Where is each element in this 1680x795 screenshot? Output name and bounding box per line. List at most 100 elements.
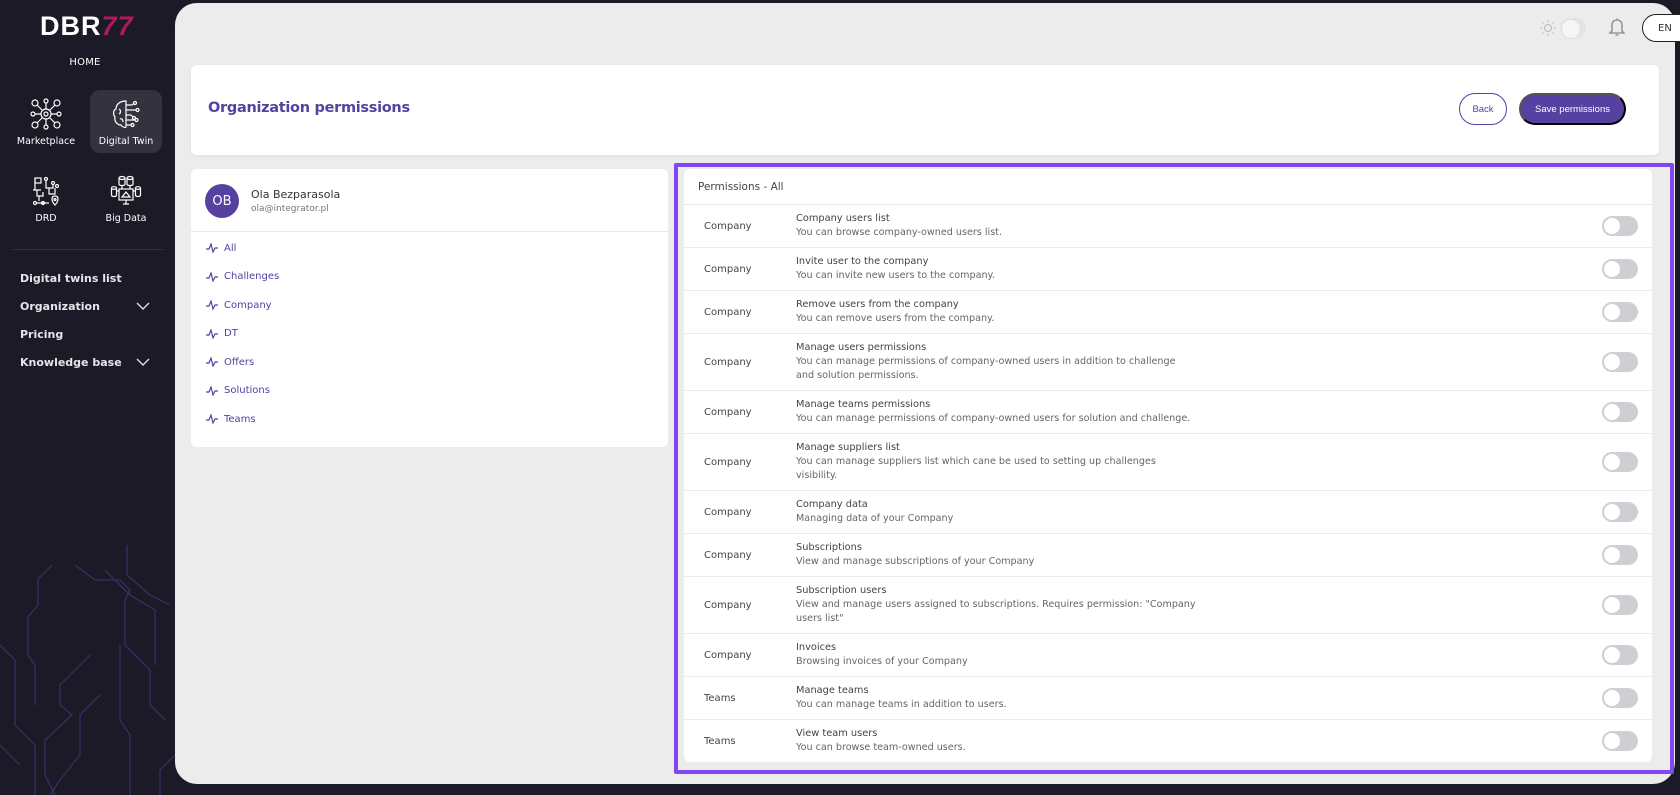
permission-category: Company <box>704 506 752 518</box>
permission-toggle[interactable] <box>1602 352 1638 372</box>
sun-icon <box>1540 20 1556 36</box>
permission-title: Invite user to the company <box>796 256 929 267</box>
permission-category: Company <box>704 220 752 232</box>
main-content: EN Organization permissions Back Save pe… <box>175 3 1680 784</box>
theme-toggle[interactable] <box>1560 18 1586 39</box>
back-button[interactable]: Back <box>1459 93 1507 125</box>
permissions-heading: Permissions - All <box>684 169 1652 205</box>
app-tile-big-data[interactable]: Big Data <box>90 167 162 230</box>
permission-toggle[interactable] <box>1602 216 1638 236</box>
permission-row: Company Company data Managing data of your… <box>684 491 1652 534</box>
permission-title: Subscriptions <box>796 542 862 553</box>
sidebar-item-label: Digital twins list <box>20 271 122 285</box>
app-label: DRD <box>35 213 57 224</box>
permission-description: Managing data of your Company <box>796 513 954 524</box>
filter-item-company[interactable]: Company <box>206 297 272 313</box>
activity-pulse-icon <box>206 328 218 339</box>
permission-category: Teams <box>704 735 736 747</box>
bell-icon[interactable] <box>1608 17 1626 37</box>
permission-title: Subscription users <box>796 585 887 596</box>
permission-toggle[interactable] <box>1602 645 1638 665</box>
permission-category: Company <box>704 549 752 561</box>
permission-description: You can manage teams in addition to user… <box>796 699 1007 710</box>
dbr77-logo[interactable]: DBR77 <box>40 12 135 40</box>
permission-description: You can invite new users to the company. <box>796 270 995 281</box>
app-tile-drd[interactable]: DRD <box>10 167 82 230</box>
flow-map-icon <box>32 176 60 206</box>
permission-toggle[interactable] <box>1602 545 1638 565</box>
permission-toggle[interactable] <box>1602 688 1638 708</box>
permission-category: Company <box>704 599 752 611</box>
permission-description: Browsing invoices of your Company <box>796 656 968 667</box>
permission-row: Company Subscription users View and manage… <box>684 577 1652 634</box>
app-label: Digital Twin <box>98 136 154 147</box>
permission-title: Manage users permissions <box>796 342 927 353</box>
logo-text-dbr: DBR <box>40 11 102 41</box>
activity-pulse-icon <box>206 414 218 424</box>
permission-text: Company data Managing data of your Compan… <box>796 498 1196 526</box>
activity-pulse-icon <box>206 271 218 282</box>
top-bar: EN <box>1275 3 1680 53</box>
filter-item-all[interactable]: All <box>206 240 236 256</box>
permission-row: Teams View team users You can browse team-… <box>684 720 1652 762</box>
filter-label: Company <box>224 299 272 311</box>
sidebar-item-label: Pricing <box>20 327 64 341</box>
sidebar-item-digital-twins-list[interactable]: Digital twins list <box>20 268 150 288</box>
filter-item-challenges[interactable]: Challenges <box>206 269 279 285</box>
app-tile-marketplace[interactable]: Marketplace <box>10 90 82 153</box>
permissions-list: Company Company users list You can browse … <box>684 205 1652 762</box>
permission-category: Company <box>704 356 752 368</box>
permission-text: Manage users permissions You can manage p… <box>796 341 1196 383</box>
home-link[interactable]: HOME <box>0 57 170 68</box>
chevron-down-icon <box>136 358 150 366</box>
permission-description: View and manage subscriptions of your Co… <box>796 556 1035 567</box>
chevron-down-icon <box>136 302 150 310</box>
permission-category: Company <box>704 306 752 318</box>
permission-toggle[interactable] <box>1602 452 1638 472</box>
permission-text: Invoices Browsing invoices of your Compan… <box>796 641 1196 669</box>
sidebar-item-organization[interactable]: Organization <box>20 296 150 316</box>
permission-toggle[interactable] <box>1602 502 1638 522</box>
sidebar-item-pricing[interactable]: Pricing <box>20 324 150 344</box>
permission-text: Company users list You can browse company… <box>796 212 1196 240</box>
permission-category: Company <box>704 406 752 418</box>
permission-row: Company Manage suppliers list You can mana… <box>684 434 1652 491</box>
permission-category: Teams <box>704 692 736 704</box>
filter-label: Challenges <box>224 271 280 282</box>
activity-pulse-icon <box>206 300 218 310</box>
app-tile-digital-twin[interactable]: Digital Twin <box>90 90 162 153</box>
permission-description: You can browse company-owned users list. <box>796 227 1002 238</box>
filter-label: DT <box>224 328 238 339</box>
filter-item-dt[interactable]: DT <box>206 326 238 342</box>
permission-toggle[interactable] <box>1602 731 1638 751</box>
filter-item-offers[interactable]: Offers <box>206 354 254 370</box>
sidebar-divider <box>13 249 163 250</box>
permission-description: You can manage suppliers list which cane… <box>796 456 1156 481</box>
permission-row: Company Subscriptions View and manage subs… <box>684 534 1652 577</box>
permission-toggle[interactable] <box>1602 402 1638 422</box>
save-permissions-button[interactable]: Save permissions <box>1519 93 1626 125</box>
sidebar-item-knowledge-base[interactable]: Knowledge base <box>20 352 150 372</box>
permission-row: Company Invite user to the company You can… <box>684 248 1652 291</box>
permission-toggle[interactable] <box>1602 595 1638 615</box>
filter-label: Solutions <box>224 385 270 396</box>
permission-title: Remove users from the company <box>796 299 959 310</box>
permission-text: Manage teams permissions You can manage p… <box>796 398 1196 426</box>
permission-category: Company <box>704 649 752 661</box>
permission-row: Company Manage users permissions You can m… <box>684 334 1652 391</box>
user-name: Ola Bezparasola <box>251 188 341 201</box>
activity-pulse-icon <box>206 243 218 253</box>
permission-text: Invite user to the company You can invite… <box>796 255 1196 283</box>
filter-item-teams[interactable]: Teams <box>206 411 256 427</box>
permission-title: View team users <box>796 728 878 739</box>
permission-text: Subscription users View and manage users … <box>796 584 1196 626</box>
permission-title: Invoices <box>796 642 837 653</box>
database-monitor-icon <box>110 175 142 205</box>
permission-toggle[interactable] <box>1602 302 1638 322</box>
filter-label: All <box>224 242 237 254</box>
filter-item-solutions[interactable]: Solutions <box>206 383 270 399</box>
permission-title: Company users list <box>796 213 890 224</box>
avatar: OB <box>205 184 239 218</box>
language-select[interactable]: EN <box>1642 14 1680 42</box>
permission-toggle[interactable] <box>1602 259 1638 279</box>
